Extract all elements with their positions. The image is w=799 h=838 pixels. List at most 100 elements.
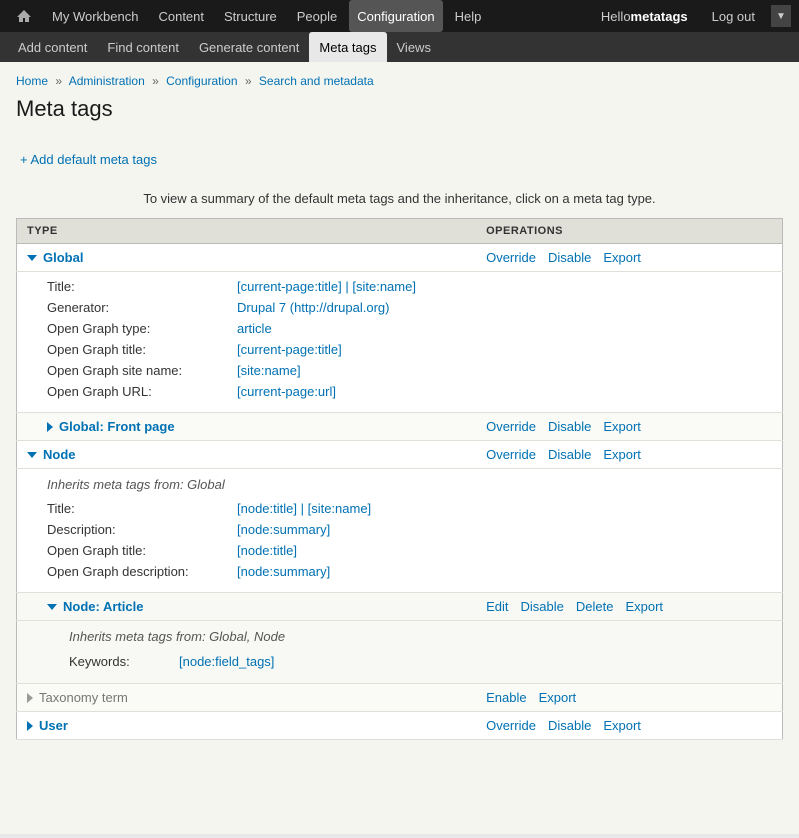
node-article-link[interactable]: Node: Article — [63, 599, 143, 614]
breadcrumb-sep-2: » — [152, 74, 159, 88]
node-override-link[interactable]: Override — [486, 447, 536, 462]
content-link[interactable]: Content — [150, 0, 212, 32]
global-frontpage-section-header: Global: Front page — [47, 419, 466, 434]
views-link[interactable]: Views — [387, 32, 441, 62]
table-row: Inherits meta tags from: Global Title: [… — [17, 469, 783, 593]
node-link[interactable]: Node — [43, 447, 76, 462]
help-link[interactable]: Help — [447, 0, 490, 32]
my-workbench-link[interactable]: My Workbench — [44, 0, 146, 32]
breadcrumb: Home » Administration » Configuration » … — [0, 66, 799, 92]
node-article-fields-cell: Inherits meta tags from: Global, Node Ke… — [17, 621, 783, 684]
breadcrumb-search-metadata[interactable]: Search and metadata — [259, 74, 374, 88]
taxonomy-ops-cell: Enable Export — [476, 684, 782, 712]
field-label: Title: — [47, 279, 237, 294]
taxonomy-ops-links: Enable Export — [486, 690, 772, 705]
table-row: Node: Article Edit Disable Delete Export — [17, 593, 783, 621]
configuration-link[interactable]: Configuration — [349, 0, 442, 32]
global-override-link[interactable]: Override — [486, 250, 536, 265]
field-label: Open Graph type: — [47, 321, 237, 336]
keywords-row: Keywords: [node:field_tags] — [69, 650, 772, 673]
node-ops-links: Override Disable Export — [486, 447, 772, 462]
global-export-link[interactable]: Export — [603, 250, 641, 265]
field-row: Open Graph title: [current-page:title] — [47, 339, 772, 360]
home-nav-link[interactable] — [8, 0, 40, 32]
field-value: Drupal 7 (http://drupal.org) — [237, 300, 389, 315]
meta-tags-table: TYPE OPERATIONS Global Override Disable — [16, 218, 783, 740]
global-frontpage-override-link[interactable]: Override — [486, 419, 536, 434]
global-collapse-icon[interactable] — [27, 255, 37, 261]
taxonomy-section-header: Taxonomy term — [27, 690, 466, 705]
node-article-collapse-icon[interactable] — [47, 604, 57, 610]
global-frontpage-disable-link[interactable]: Disable — [548, 419, 591, 434]
people-link[interactable]: People — [289, 0, 345, 32]
top-nav-right: Hello metatags Log out ▼ — [593, 0, 791, 32]
generate-content-link[interactable]: Generate content — [189, 32, 309, 62]
taxonomy-expand-icon[interactable] — [27, 693, 33, 703]
breadcrumb-home[interactable]: Home — [16, 74, 48, 88]
user-override-link[interactable]: Override — [486, 718, 536, 733]
global-frontpage-type-cell: Global: Front page — [17, 413, 477, 441]
global-disable-link[interactable]: Disable — [548, 250, 591, 265]
keywords-value: [node:field_tags] — [179, 654, 274, 669]
field-row: Description: [node:summary] — [47, 519, 772, 540]
add-content-link[interactable]: Add content — [8, 32, 97, 62]
node-disable-link[interactable]: Disable — [548, 447, 591, 462]
node-section-header: Node — [27, 447, 466, 462]
taxonomy-export-link[interactable]: Export — [539, 690, 577, 705]
field-label: Description: — [47, 522, 237, 537]
node-article-export-link[interactable]: Export — [625, 599, 663, 614]
global-ops-links: Override Disable Export — [486, 250, 772, 265]
secondary-navbar: Add content Find content Generate conten… — [0, 32, 799, 62]
add-default-meta-tags-link[interactable]: + Add default meta tags — [20, 152, 157, 167]
taxonomy-enable-link[interactable]: Enable — [486, 690, 526, 705]
node-fields-cell: Inherits meta tags from: Global Title: [… — [17, 469, 783, 593]
global-link[interactable]: Global — [43, 250, 83, 265]
node-article-delete-link[interactable]: Delete — [576, 599, 614, 614]
username: metatags — [631, 9, 688, 24]
field-row: Open Graph description: [node:summary] — [47, 561, 772, 582]
node-article-type-cell: Node: Article — [17, 593, 477, 621]
table-row: Taxonomy term Enable Export — [17, 684, 783, 712]
user-type-cell: User — [17, 712, 477, 740]
global-frontpage-export-link[interactable]: Export — [603, 419, 641, 434]
global-type-cell: Global — [17, 244, 477, 272]
taxonomy-link[interactable]: Taxonomy term — [39, 690, 128, 705]
home-icon — [16, 8, 32, 24]
node-collapse-icon[interactable] — [27, 452, 37, 458]
table-row: Inherits meta tags from: Global, Node Ke… — [17, 621, 783, 684]
breadcrumb-config[interactable]: Configuration — [166, 74, 237, 88]
node-article-disable-link[interactable]: Disable — [521, 599, 564, 614]
field-row: Title: [node:title] | [site:name] — [47, 498, 772, 519]
main-content: + Add default meta tags To view a summar… — [0, 134, 799, 834]
breadcrumb-sep-1: » — [55, 74, 62, 88]
field-row: Open Graph site name: [site:name] — [47, 360, 772, 381]
instruction-text: To view a summary of the default meta ta… — [16, 191, 783, 206]
node-export-link[interactable]: Export — [603, 447, 641, 462]
global-frontpage-link[interactable]: Global: Front page — [59, 419, 175, 434]
user-expand-icon[interactable] — [27, 721, 33, 731]
user-ops-links: Override Disable Export — [486, 718, 772, 733]
breadcrumb-sep-3: » — [245, 74, 252, 88]
col-ops: OPERATIONS — [476, 219, 782, 244]
structure-link[interactable]: Structure — [216, 0, 285, 32]
meta-tags-link[interactable]: Meta tags — [309, 32, 386, 62]
global-frontpage-expand-icon[interactable] — [47, 422, 53, 432]
field-label: Open Graph site name: — [47, 363, 237, 378]
hello-text: Hello metatags — [593, 0, 696, 32]
user-link[interactable]: User — [39, 718, 68, 733]
user-disable-link[interactable]: Disable — [548, 718, 591, 733]
global-ops-cell: Override Disable Export — [476, 244, 782, 272]
field-value: [node:title] — [237, 543, 297, 558]
node-article-edit-link[interactable]: Edit — [486, 599, 508, 614]
find-content-link[interactable]: Find content — [97, 32, 189, 62]
node-inherits-text: Inherits meta tags from: Global — [47, 473, 772, 498]
global-fields-cell: Title: [current-page:title] | [site:name… — [17, 272, 783, 413]
user-menu-dropdown[interactable]: ▼ — [771, 5, 791, 27]
node-type-cell: Node — [17, 441, 477, 469]
logout-link[interactable]: Log out — [704, 0, 763, 32]
breadcrumb-admin[interactable]: Administration — [69, 74, 145, 88]
user-section-header: User — [27, 718, 466, 733]
keywords-label: Keywords: — [69, 654, 179, 669]
node-article-section-header: Node: Article — [47, 599, 466, 614]
user-export-link[interactable]: Export — [603, 718, 641, 733]
